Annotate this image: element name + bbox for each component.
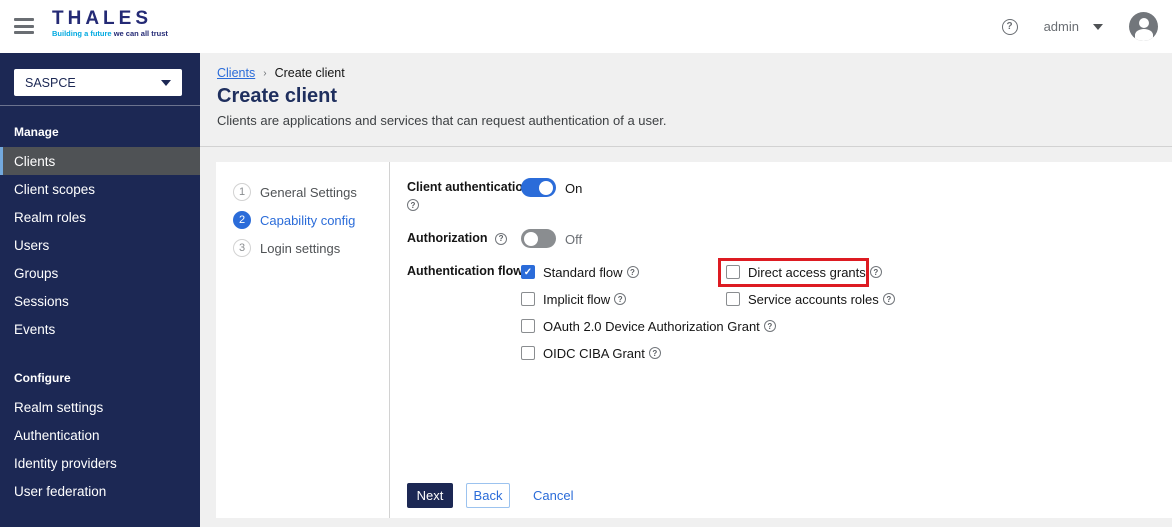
client-authentication-label: Client authentication <box>407 180 531 194</box>
step-label: Capability config <box>260 212 356 228</box>
step-label: General Settings <box>260 184 357 200</box>
checkbox-label: OIDC CIBA Grant <box>543 345 645 361</box>
step-number: 1 <box>233 183 251 201</box>
sidebar-item-events[interactable]: Events <box>0 315 200 343</box>
sidebar-item-sessions[interactable]: Sessions <box>0 287 200 315</box>
checkbox-unchecked-icon[interactable] <box>521 346 535 360</box>
client-authentication-state: On <box>565 181 583 196</box>
next-button[interactable]: Next <box>407 483 453 508</box>
client-authentication-toggle[interactable] <box>521 178 556 197</box>
checkbox-unchecked-icon[interactable] <box>726 265 740 279</box>
create-client-card: 1 General Settings 2 Capability config 3… <box>216 162 1172 518</box>
wizard-steps-nav: 1 General Settings 2 Capability config 3… <box>216 162 390 518</box>
authorization-state: Off <box>565 232 583 247</box>
authorization-help-icon[interactable]: ? <box>495 232 508 245</box>
sidebar-nav: Manage Clients Client scopes Realm roles… <box>0 115 200 505</box>
checkbox-standard-flow: ✓ Standard flow? <box>521 262 639 282</box>
brand-name: THALES <box>52 8 152 29</box>
user-menu[interactable]: admin <box>1044 19 1103 34</box>
oidc-ciba-grant-help-icon[interactable]: ? <box>648 347 661 359</box>
wizard-step-general-settings[interactable]: 1 General Settings <box>216 178 389 206</box>
realm-selector-value: SASPCE <box>25 75 76 90</box>
breadcrumb: Clients › Create client <box>217 66 345 80</box>
page-subtitle: Clients are applications and services th… <box>217 113 667 128</box>
checkbox-unchecked-icon[interactable] <box>521 319 535 333</box>
checkbox-label: Direct access grants <box>748 264 866 280</box>
sidebar-item-realm-roles[interactable]: Realm roles <box>0 203 200 231</box>
nav-section-configure: Configure <box>14 371 71 385</box>
sidebar-item-users[interactable]: Users <box>0 231 200 259</box>
sidebar: SASPCE Manage Clients Client scopes Real… <box>0 53 200 527</box>
checkbox-unchecked-icon[interactable] <box>521 292 535 306</box>
step-label: Login settings <box>260 240 341 256</box>
checkbox-direct-access-grants: Direct access grants? <box>726 262 882 282</box>
standard-flow-help-icon[interactable]: ? <box>626 266 639 278</box>
breadcrumb-clients-link[interactable]: Clients <box>217 66 255 80</box>
authentication-flow-label: Authentication flow <box>407 264 523 278</box>
page-header: Clients › Create client Create client Cl… <box>200 53 1172 147</box>
oauth-device-grant-help-icon[interactable]: ? <box>763 320 776 332</box>
authorization-toggle[interactable] <box>521 229 556 248</box>
thales-logo: THALES Building a future we can all trus… <box>52 8 168 39</box>
cancel-button[interactable]: Cancel <box>533 488 573 503</box>
checkbox-checked-icon[interactable]: ✓ <box>521 265 535 279</box>
back-button[interactable]: Back <box>466 483 510 508</box>
wizard-step-login-settings[interactable]: 3 Login settings <box>216 234 389 262</box>
client-authentication-help-icon[interactable]: ? <box>407 199 419 211</box>
sidebar-item-user-federation[interactable]: User federation <box>0 477 200 505</box>
checkbox-label: Implicit flow <box>543 291 611 307</box>
help-icon[interactable]: ? <box>1001 18 1018 35</box>
checkbox-oauth-device-grant: OAuth 2.0 Device Authorization Grant? <box>521 316 776 336</box>
breadcrumb-current: Create client <box>274 66 345 80</box>
nav-section-manage: Manage <box>14 125 59 139</box>
hamburger-menu-icon[interactable] <box>14 18 34 34</box>
step-number: 3 <box>233 239 251 257</box>
direct-access-grants-help-icon[interactable]: ? <box>869 266 882 278</box>
topbar: THALES Building a future we can all trus… <box>0 0 1172 53</box>
avatar[interactable] <box>1129 12 1158 41</box>
brand-tagline: Building a future we can all trust <box>52 29 168 38</box>
authorization-label: Authorization ? <box>407 231 508 245</box>
caret-down-icon <box>161 79 171 86</box>
breadcrumb-separator: › <box>263 67 267 79</box>
implicit-flow-help-icon[interactable]: ? <box>614 293 627 305</box>
realm-selector-dropdown[interactable]: SASPCE <box>14 69 182 96</box>
chevron-down-icon <box>1093 23 1103 30</box>
sidebar-item-authentication[interactable]: Authentication <box>0 421 200 449</box>
checkbox-unchecked-icon[interactable] <box>726 292 740 306</box>
service-accounts-roles-help-icon[interactable]: ? <box>882 293 895 305</box>
sidebar-item-identity-providers[interactable]: Identity providers <box>0 449 200 477</box>
checkbox-implicit-flow: Implicit flow? <box>521 289 627 309</box>
checkbox-label: Service accounts roles <box>748 291 879 307</box>
user-name: admin <box>1043 19 1079 34</box>
checkbox-service-accounts-roles: Service accounts roles? <box>726 289 895 309</box>
checkbox-oidc-ciba-grant: OIDC CIBA Grant? <box>521 343 661 363</box>
wizard-step-capability-config[interactable]: 2 Capability config <box>216 206 389 234</box>
sidebar-item-realm-settings[interactable]: Realm settings <box>0 393 200 421</box>
checkbox-label: OAuth 2.0 Device Authorization Grant <box>543 318 760 334</box>
page-title: Create client <box>217 85 338 107</box>
checkbox-label: Standard flow <box>543 264 623 280</box>
sidebar-item-client-scopes[interactable]: Client scopes <box>0 175 200 203</box>
step-number: 2 <box>233 211 251 229</box>
sidebar-item-clients[interactable]: Clients <box>0 147 200 175</box>
sidebar-item-groups[interactable]: Groups <box>0 259 200 287</box>
sidebar-divider <box>0 105 200 106</box>
app-window: THALES Building a future we can all trus… <box>0 0 1172 527</box>
